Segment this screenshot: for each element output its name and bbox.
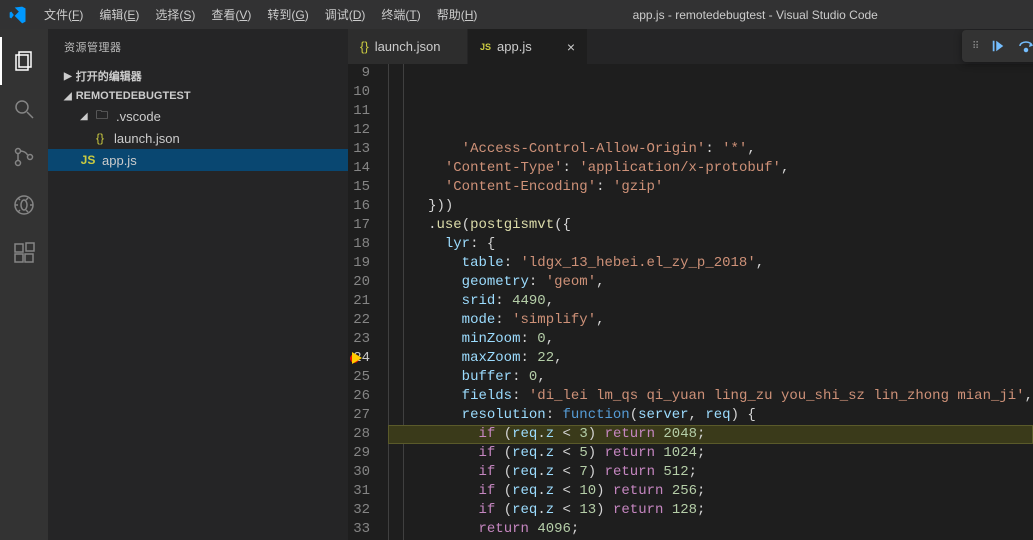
tabbar: {} launch.json ×JS app.js ×: [348, 29, 1033, 64]
code-line[interactable]: 'Content-Type': 'application/x-protobuf'…: [388, 159, 1033, 178]
tree-label: launch.json: [114, 131, 180, 146]
tree-folder-vscode[interactable]: ◢ 🗀 .vscode: [48, 105, 348, 127]
line-number[interactable]: 21: [348, 292, 370, 311]
menubar: 文件(F)编辑(E)选择(S)查看(V)转到(G)调试(D)终端(T)帮助(H): [36, 2, 485, 27]
code-line[interactable]: if (req.z < 13) return 128;: [388, 501, 1033, 520]
line-number[interactable]: 26: [348, 387, 370, 406]
section-label: 打开的编辑器: [76, 68, 142, 84]
menu-v[interactable]: 查看(V): [203, 2, 259, 27]
search-icon[interactable]: [0, 85, 48, 133]
line-number[interactable]: 19: [348, 254, 370, 273]
menu-g[interactable]: 转到(G): [259, 2, 316, 27]
line-number[interactable]: 13: [348, 140, 370, 159]
menu-e[interactable]: 编辑(E): [91, 2, 147, 27]
extensions-icon[interactable]: [0, 229, 48, 277]
line-number[interactable]: 18: [348, 235, 370, 254]
code-line[interactable]: lyr: {: [388, 235, 1033, 254]
line-number[interactable]: 30: [348, 463, 370, 482]
drag-handle-icon[interactable]: ⠿: [968, 41, 983, 52]
code-line[interactable]: if (req.z < 5) return 1024;: [388, 444, 1033, 463]
line-number[interactable]: 22: [348, 311, 370, 330]
line-number[interactable]: 15: [348, 178, 370, 197]
folder-icon: 🗀: [94, 106, 110, 127]
code-line[interactable]: geometry: 'geom',: [388, 273, 1033, 292]
code-line[interactable]: buffer: 0,: [388, 368, 1033, 387]
source-control-icon[interactable]: [0, 133, 48, 181]
tree-file-launch-json[interactable]: {} launch.json: [48, 127, 348, 149]
code-line[interactable]: 'Access-Control-Allow-Origin': '*',: [388, 140, 1033, 159]
section-label: REMOTEDEBUGTEST: [76, 90, 191, 102]
code-line[interactable]: resolution: function(server, req) {: [388, 406, 1033, 425]
code-line[interactable]: .use(postgismvt({: [388, 216, 1033, 235]
code-line[interactable]: minZoom: 0,: [388, 330, 1033, 349]
menu-s[interactable]: 选择(S): [147, 2, 203, 27]
code-line[interactable]: if (req.z < 7) return 512;: [388, 463, 1033, 482]
line-number[interactable]: 32: [348, 501, 370, 520]
line-number[interactable]: 16: [348, 197, 370, 216]
close-icon[interactable]: ×: [567, 40, 575, 54]
gutter[interactable]: 9101112131415161718192021222324252627282…: [348, 64, 388, 540]
js-icon: JS: [480, 42, 491, 52]
code-line[interactable]: if (req.z < 3) return 2048;: [388, 425, 1033, 444]
explorer-icon[interactable]: [0, 37, 48, 85]
vscode-logo-icon: [8, 5, 28, 25]
code-line[interactable]: maxZoom: 22,: [388, 349, 1033, 368]
execution-pointer-icon: [352, 352, 362, 364]
editor-area: {}launch.json×JSapp.js× ⠿ ■ 910111213141…: [348, 29, 1033, 540]
json-icon: {}: [92, 131, 108, 145]
sidebar: 资源管理器 ▶ 打开的编辑器 ◢ REMOTEDEBUGTEST ◢ 🗀 .vscode…: [48, 29, 348, 540]
js-icon: JS: [80, 153, 96, 167]
tab-label: launch.json: [375, 39, 441, 54]
line-number[interactable]: 23: [348, 330, 370, 349]
editor[interactable]: 9101112131415161718192021222324252627282…: [348, 64, 1033, 540]
line-number[interactable]: 20: [348, 273, 370, 292]
tree-label: .vscode: [116, 109, 161, 124]
line-number[interactable]: 31: [348, 482, 370, 501]
line-number[interactable]: 25: [348, 368, 370, 387]
line-number[interactable]: 33: [348, 520, 370, 539]
code-content[interactable]: 'Access-Control-Allow-Origin': '*', 'Con…: [388, 64, 1033, 540]
code-line[interactable]: srid: 4490,: [388, 292, 1033, 311]
debug-icon[interactable]: [0, 181, 48, 229]
titlebar: 文件(F)编辑(E)选择(S)查看(V)转到(G)调试(D)终端(T)帮助(H)…: [0, 0, 1033, 29]
code-line[interactable]: fields: 'di_lei lm_qs qi_yuan ling_zu yo…: [388, 387, 1033, 406]
menu-f[interactable]: 文件(F): [36, 2, 91, 27]
open-editors-section[interactable]: ▶ 打开的编辑器: [48, 65, 348, 87]
tab-launch-json[interactable]: {}launch.json×: [348, 29, 468, 64]
menu-t[interactable]: 终端(T): [373, 2, 428, 27]
code-line[interactable]: 'Content-Encoding': 'gzip': [388, 178, 1033, 197]
chevron-down-icon: ◢: [80, 111, 90, 122]
chevron-right-icon: ▶: [64, 71, 72, 82]
line-number[interactable]: 27: [348, 406, 370, 425]
line-number[interactable]: 17: [348, 216, 370, 235]
line-number[interactable]: 24: [348, 349, 370, 368]
code-line[interactable]: })): [388, 197, 1033, 216]
line-number[interactable]: 12: [348, 121, 370, 140]
continue-button[interactable]: [985, 33, 1011, 59]
line-number[interactable]: 29: [348, 444, 370, 463]
activitybar: [0, 29, 48, 540]
menu-d[interactable]: 调试(D): [317, 2, 374, 27]
workspace-section[interactable]: ◢ REMOTEDEBUGTEST: [48, 87, 348, 105]
tab-label: app.js: [497, 39, 532, 54]
line-number[interactable]: 28: [348, 425, 370, 444]
code-line[interactable]: table: 'ldgx_13_hebei.el_zy_p_2018',: [388, 254, 1033, 273]
chevron-down-icon: ◢: [64, 91, 72, 102]
tree-label: app.js: [102, 153, 137, 168]
tab-app-js[interactable]: JS app.js ×: [468, 29, 588, 64]
step-over-button[interactable]: [1013, 33, 1033, 59]
code-line[interactable]: if (req.z < 10) return 256;: [388, 482, 1033, 501]
code-line[interactable]: mode: 'simplify',: [388, 311, 1033, 330]
window-title: app.js - remotedebugtest - Visual Studio…: [485, 8, 1025, 22]
line-number[interactable]: 9: [348, 64, 370, 83]
json-icon: {}: [360, 39, 369, 54]
line-number[interactable]: 11: [348, 102, 370, 121]
tree-file-app-js[interactable]: JS app.js: [48, 149, 348, 171]
menu-h[interactable]: 帮助(H): [429, 2, 486, 27]
code-line[interactable]: return 4096;: [388, 520, 1033, 539]
line-number[interactable]: 14: [348, 159, 370, 178]
debug-toolbar: ⠿ ■: [962, 30, 1033, 62]
sidebar-title: 资源管理器: [48, 29, 348, 65]
line-number[interactable]: 10: [348, 83, 370, 102]
